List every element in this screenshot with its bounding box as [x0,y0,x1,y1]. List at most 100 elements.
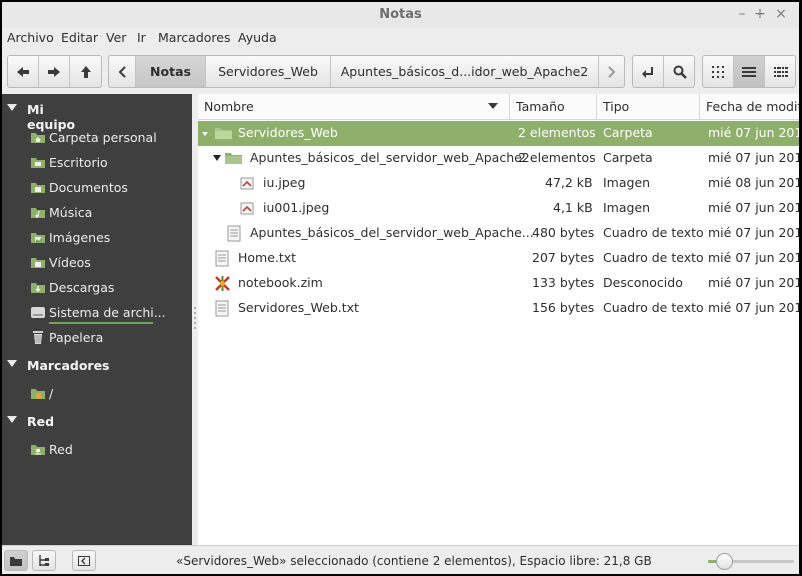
column-header-tamano[interactable]: Tamaño [510,94,597,120]
table-row[interactable]: notebook.zim 133 bytes Desconocido mié 0… [198,271,799,296]
menu-ayuda[interactable]: Ayuda [238,30,277,45]
sidebar-item-imagenes[interactable]: Imágenes [2,227,192,249]
sidebar-toggle-icon [78,555,90,566]
sidebar-item-descargas[interactable]: Descargas [2,277,192,299]
network-folder-icon [31,445,45,455]
sidebar-item-documentos[interactable]: Documentos [2,177,192,199]
table-row[interactable]: Apuntes_básicos_del_servidor_web_Apache2… [198,146,799,171]
list-view-icon [742,66,756,77]
file-name: iu001.jpeg [263,200,330,215]
desktop-folder-icon [31,158,45,168]
file-size: 133 bytes [532,275,595,290]
breadcrumb-scroll-left[interactable] [109,56,136,87]
column-header-tipo[interactable]: Tipo [597,94,700,120]
image-file-icon [240,177,254,190]
file-name: Servidores_Web.txt [238,300,359,315]
pictures-folder-icon [31,233,45,243]
table-row[interactable]: iu001.jpeg 4,1 kB Imagen mié 07 jun 2017 [198,196,799,221]
title-bar[interactable]: Notas – + × [2,2,799,28]
show-places-button[interactable] [4,550,28,571]
search-button[interactable] [664,56,695,87]
sidebar-item-papelera[interactable]: Papelera [2,327,192,349]
splitter-grip [194,327,196,329]
sidebar-item-red[interactable]: Red [2,439,192,461]
text-file-icon [227,225,241,242]
sidebar-item-root[interactable]: / [2,383,192,405]
sidebar: Mi equipo Carpeta personal Escritorio Do… [2,94,192,545]
file-name: Apuntes_básicos_del_servidor_web_Apache.… [250,225,534,240]
search-icon [673,65,687,79]
forward-button[interactable] [39,56,70,87]
downloads-folder-icon [31,283,45,293]
location-toggle-button[interactable] [633,56,664,87]
expander-icon[interactable] [202,132,208,136]
zoom-slider-knob[interactable] [716,553,733,570]
back-button[interactable] [8,56,39,87]
table-row[interactable]: Home.txt 207 bytes Cuadro de texto mié 0… [198,246,799,271]
icon-view-button[interactable] [703,56,734,87]
expander-icon [7,416,17,423]
location-search-group [632,55,695,88]
sidebar-item-escritorio[interactable]: Escritorio [2,152,192,174]
zim-file-icon [215,276,230,291]
splitter-grip [194,317,196,319]
menu-marcadores[interactable]: Marcadores [158,30,231,45]
sidebar-item-musica[interactable]: Música [2,202,192,224]
sidebar-item-sistema-de-archivos[interactable]: Sistema de archi... [2,302,192,324]
list-view-button[interactable] [734,56,765,87]
sidebar-item-carpeta-personal[interactable]: Carpeta personal [2,127,192,149]
close-icon[interactable]: × [772,5,790,23]
breadcrumb-apuntes[interactable]: Apuntes_básicos_d...idor_web_Apache2 [331,56,599,87]
sort-descending-icon [488,103,498,109]
zoom-slider[interactable] [708,553,794,570]
minimize-icon[interactable]: – [733,5,751,23]
file-type: Cuadro de texto [603,300,704,315]
file-type: Cuadro de texto [603,250,704,265]
breadcrumb-servidores-web[interactable]: Servidores_Web [206,56,331,87]
table-row[interactable]: Servidores_Web 2 elementos Carpeta mié 0… [198,121,799,146]
videos-folder-icon [31,258,45,268]
status-text: «Servidores_Web» seleccionado (contiene … [176,554,652,568]
maximize-icon[interactable]: + [751,5,769,23]
disk-usage-bar [49,322,153,324]
column-header-nombre[interactable]: Nombre [198,94,510,120]
tree-icon [39,554,49,566]
sidebar-item-videos[interactable]: Vídeos [2,252,192,274]
menu-editar[interactable]: Editar [61,30,98,45]
chevron-left-icon [118,65,126,78]
home-folder-icon [31,133,45,143]
file-type: Desconocido [603,275,683,290]
up-button[interactable] [70,56,101,87]
breadcrumb-notas[interactable]: Notas [136,56,206,87]
table-row[interactable]: iu.jpeg 47,2 kB Imagen mié 08 jun 2016 [198,171,799,196]
menu-ir[interactable]: Ir [137,30,146,45]
file-date: mié 07 jun 2017 [708,150,799,165]
file-size: 480 bytes [532,225,595,240]
text-file-icon [215,300,229,317]
show-tree-button[interactable] [32,550,56,571]
menu-archivo[interactable]: Archivo [7,30,54,45]
file-list: Nombre Tamaño Tipo Fecha de modific Serv… [198,94,799,545]
file-type: Carpeta [603,125,653,140]
file-date: mié 07 jun 2017 [708,125,799,140]
up-arrow-icon [80,65,91,78]
places-icon [10,556,22,566]
forward-arrow-icon [48,66,60,77]
breadcrumb: Notas Servidores_Web Apuntes_básicos_d..… [108,55,625,88]
splitter-grip [194,322,196,324]
menu-ver[interactable]: Ver [106,30,126,45]
documents-folder-icon [31,183,45,193]
table-row[interactable]: Apuntes_básicos_del_servidor_web_Apache.… [198,221,799,246]
bookmark-folder-icon [31,389,45,399]
column-header-fecha[interactable]: Fecha de modific [700,94,799,120]
hide-sidebar-button[interactable] [72,550,96,571]
table-row[interactable]: Servidores_Web.txt 156 bytes Cuadro de t… [198,296,799,321]
expander-icon[interactable] [213,155,221,161]
icon-view-icon [712,65,724,78]
breadcrumb-scroll-right[interactable] [599,56,624,87]
expander-icon [7,360,17,367]
file-size: 2 elementos [518,150,596,165]
compact-view-button[interactable] [765,56,796,87]
file-size: 47,2 kB [545,175,593,190]
file-type: Imagen [603,175,651,190]
